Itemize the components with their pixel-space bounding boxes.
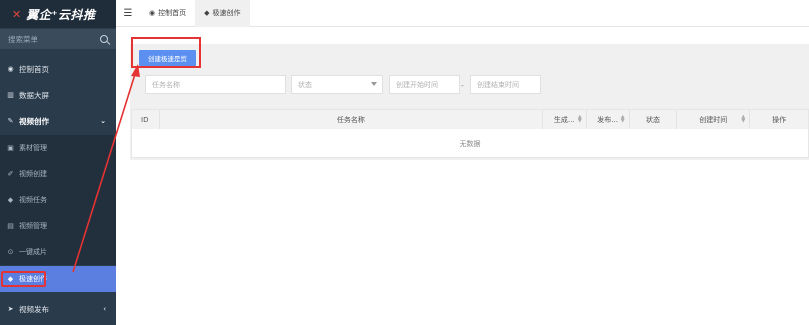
end-time-input[interactable]: 创建结束时间 [470,75,541,94]
column-actions: 操作 [772,115,787,124]
column-generate[interactable]: 生成... ▲ ▼ [543,110,587,129]
sidebar-item-video-task[interactable]: ◆ 视频任务 [0,187,116,213]
top-bar: ☰ ◉ 控制首页 ◆ 极速创作 [116,0,809,27]
sidebar-item-one-click[interactable]: ⊙ 一键成片 [0,239,116,265]
menu-toggle-icon[interactable]: ☰ [116,8,140,19]
column-status[interactable]: 状态 [630,110,678,129]
sidebar-item-label: 数据大屏 [19,90,49,100]
create-fast-edit-button[interactable]: 创建极速是剪 [139,50,196,66]
menu-search-input[interactable]: 搜索菜单 [8,34,38,45]
tab-label: 控制首页 [158,9,187,17]
dashboard-icon: ◉ [7,65,14,73]
task-name-input[interactable]: 任务名称 [145,75,286,94]
sidebar-item-label: 视频发布 [19,304,49,314]
status-select[interactable]: 状态 [291,75,383,94]
pencil-icon: ✐ [7,170,14,178]
app-logo[interactable]: ✕ 翼企⁺云抖推 [0,0,116,28]
column-publish[interactable]: 发布... ▲ ▼ [587,110,630,129]
search-icon[interactable] [100,35,108,43]
sidebar-item-video-publish[interactable]: ➤ 视频发布 ‹ [0,296,116,322]
status-select-value: 状态 [298,80,312,89]
logo-text: 翼企⁺云抖推 [26,7,96,22]
column-id[interactable]: ID [132,110,160,129]
chevron-down-icon [371,82,377,86]
column-label: 创建时间 [699,115,728,124]
column-label: 生成... [553,115,575,124]
column-task-name[interactable]: 任务名称 [160,110,543,129]
sort-icon[interactable]: ▲ ▼ [621,115,625,124]
logo-mark-icon: ✕ [12,7,22,21]
highlight-box-sidebar [1,271,46,287]
menu-search[interactable]: 搜索菜单 [0,29,116,49]
circle-icon: ⊙ [7,248,14,256]
bar-chart-icon: ▥ [7,91,14,99]
film-icon: ▤ [7,222,14,230]
sidebar-item-video-creation[interactable]: ✎ 视频创作 ⌄ [0,108,116,134]
tag-icon: ◆ [204,9,210,17]
tag-icon: ◆ [7,196,14,204]
dashboard-icon: ◉ [149,9,156,17]
column-label: 发布... [597,115,618,124]
image-icon: ▣ [7,144,14,152]
sidebar: ✕ 翼企⁺云抖推 搜索菜单 ◉ 控制首页 ▥ 数据大屏 ✎ 视频创作 ⌄ ▣ 素… [0,0,116,325]
chevron-left-icon: ‹ [103,305,106,313]
send-icon: ➤ [7,305,14,313]
sidebar-item-label: 控制首页 [19,64,49,74]
task-table: ID 任务名称 生成... ▲ ▼ 发布... ▲ ▼ 状态 创建时间 ▲ ▼ 操作 … [131,109,809,158]
pencil-icon: ✎ [7,117,14,125]
sidebar-item-label: 视频任务 [19,196,47,204]
table-header: ID 任务名称 生成... ▲ ▼ 发布... ▲ ▼ 状态 创建时间 ▲ ▼ 操作 [132,110,808,129]
sidebar-item-label: 素材管理 [19,144,47,152]
sort-icon[interactable]: ▲ ▼ [741,115,745,124]
sidebar-item-dashboard[interactable]: ◉ 控制首页 [0,56,116,82]
sidebar-item-label: 视频管理 [19,222,47,230]
empty-state: 无数据 [459,140,481,148]
sidebar-item-video-create[interactable]: ✐ 视频创建 [0,161,116,187]
column-created-time[interactable]: 创建时间 ▲ ▼ [677,110,751,129]
sidebar-item-label: 视频创作 [19,116,49,126]
chevron-down-icon: ⌄ [100,117,106,125]
tab-fast-create[interactable]: ◆ 极速创作 [195,0,250,27]
sort-icon[interactable]: ▲ ▼ [578,115,582,124]
sidebar-item-video-manage[interactable]: ▤ 视频管理 [0,213,116,239]
sidebar-item-label: 一键成片 [19,248,47,256]
sidebar-item-label: 视频创建 [19,170,47,178]
sidebar-item-data-screen[interactable]: ▥ 数据大屏 [0,82,116,108]
sidebar-item-material[interactable]: ▣ 素材管理 [0,135,116,161]
start-time-input[interactable]: 创建开始时间 [389,75,460,94]
tab-label: 极速创作 [212,9,241,17]
date-range-separator: - [461,81,464,90]
tab-dashboard[interactable]: ◉ 控制首页 [140,0,195,27]
